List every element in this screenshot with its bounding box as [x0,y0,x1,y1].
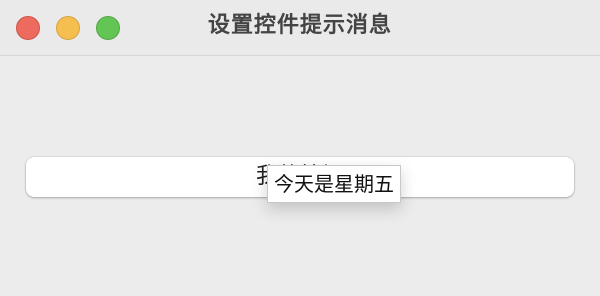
button-tooltip: 今天是星期五 [267,165,401,203]
title-bar[interactable]: 设置控件提示消息 [0,0,600,56]
app-window: 设置控件提示消息 我的按钮 今天是星期五 [0,0,600,296]
window-title: 设置控件提示消息 [207,13,392,38]
